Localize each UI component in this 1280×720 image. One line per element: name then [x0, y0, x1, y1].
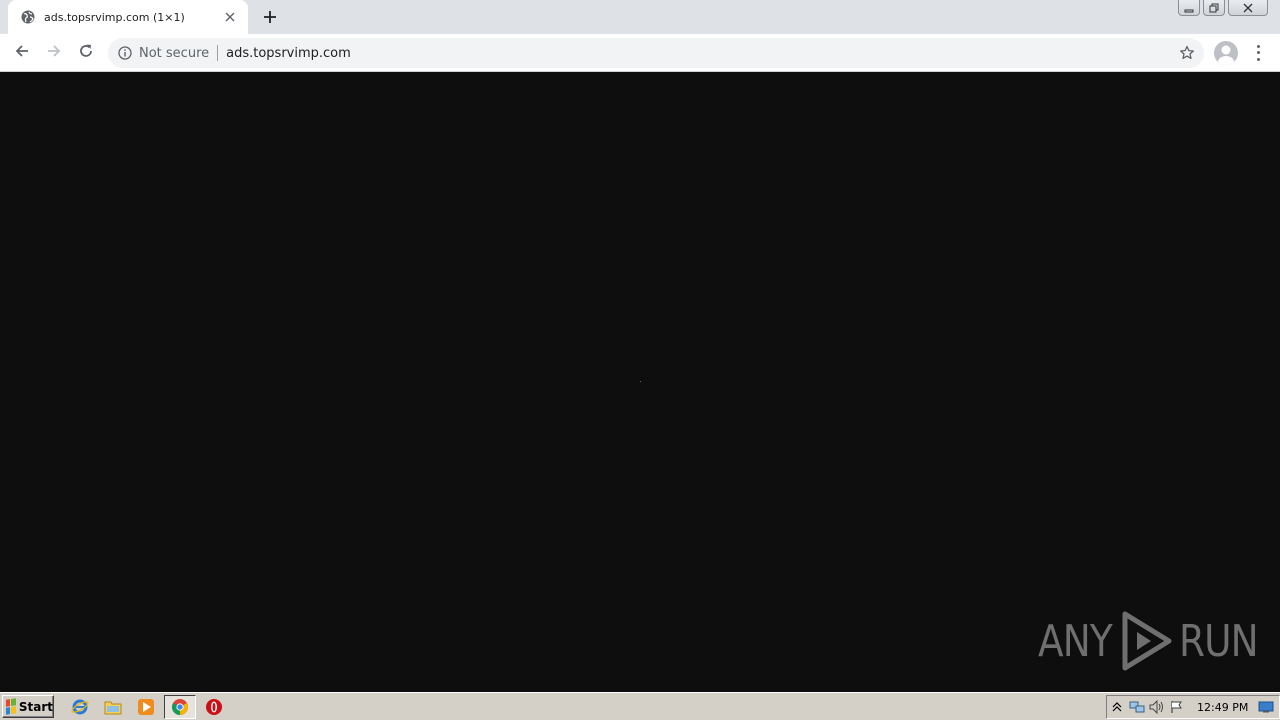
back-button[interactable] — [8, 39, 36, 67]
taskbar: Start 12:49 PM — [0, 692, 1280, 720]
restore-icon — [1209, 0, 1219, 17]
plus-icon — [263, 9, 277, 28]
close-icon[interactable] — [222, 9, 238, 25]
play-logo-icon — [1119, 610, 1175, 672]
watermark-left-text: ANY — [1038, 615, 1113, 667]
info-icon — [118, 46, 132, 60]
screen: ads.topsrvimp.com (1×1) Not secure ads.t… — [0, 0, 1280, 720]
minimize-icon — [1184, 0, 1194, 17]
url-text[interactable]: ads.topsrvimp.com — [218, 46, 1204, 61]
close-icon — [1243, 0, 1253, 17]
file-explorer-icon[interactable] — [103, 697, 123, 717]
address-bar[interactable]: Not secure ads.topsrvimp.com — [108, 38, 1204, 68]
reload-button[interactable] — [72, 39, 100, 67]
action-center-flag-icon[interactable] — [1167, 698, 1187, 716]
show-desktop-icon[interactable] — [1256, 698, 1276, 716]
clock[interactable]: 12:49 PM — [1197, 701, 1248, 714]
restore-button[interactable] — [1203, 0, 1225, 16]
bookmark-star-icon[interactable] — [1178, 44, 1196, 62]
tracking-pixel-image — [640, 381, 641, 382]
profile-avatar-icon[interactable] — [1214, 41, 1238, 65]
globe-icon — [20, 9, 36, 25]
browser-toolbar: Not secure ads.topsrvimp.com — [0, 34, 1280, 72]
minimize-button[interactable] — [1178, 0, 1200, 16]
watermark-right-text: RUN — [1178, 615, 1259, 667]
media-player-icon[interactable] — [136, 697, 156, 717]
start-button[interactable]: Start — [2, 695, 54, 718]
show-hidden-icon[interactable] — [1107, 698, 1127, 716]
internet-explorer-icon[interactable] — [70, 697, 90, 717]
system-tray: 12:49 PM — [1106, 695, 1280, 719]
page-content: ANY RUN — [0, 72, 1280, 692]
arrow-left-icon — [14, 43, 30, 63]
opera-icon[interactable] — [204, 697, 224, 717]
arrow-right-icon — [46, 43, 62, 63]
anyrun-watermark: ANY RUN — [1038, 610, 1272, 672]
network-icon[interactable] — [1127, 698, 1147, 716]
security-indicator[interactable]: Not secure — [118, 45, 219, 61]
start-label: Start — [18, 699, 53, 714]
tab-strip: ads.topsrvimp.com (1×1) — [0, 0, 1280, 34]
new-tab-button[interactable] — [258, 6, 282, 30]
tab-title: ads.topsrvimp.com (1×1) — [44, 10, 185, 24]
browser-tab[interactable]: ads.topsrvimp.com (1×1) — [8, 0, 248, 34]
forward-button[interactable] — [40, 39, 68, 67]
windows-logo-icon — [6, 698, 16, 715]
reload-icon — [78, 43, 94, 63]
window-controls — [1178, 0, 1268, 16]
more-menu-icon[interactable] — [1250, 43, 1266, 63]
security-label: Not secure — [139, 45, 210, 61]
close-window-button[interactable] — [1228, 0, 1268, 16]
volume-icon[interactable] — [1147, 698, 1167, 716]
chrome-icon[interactable] — [164, 695, 196, 719]
